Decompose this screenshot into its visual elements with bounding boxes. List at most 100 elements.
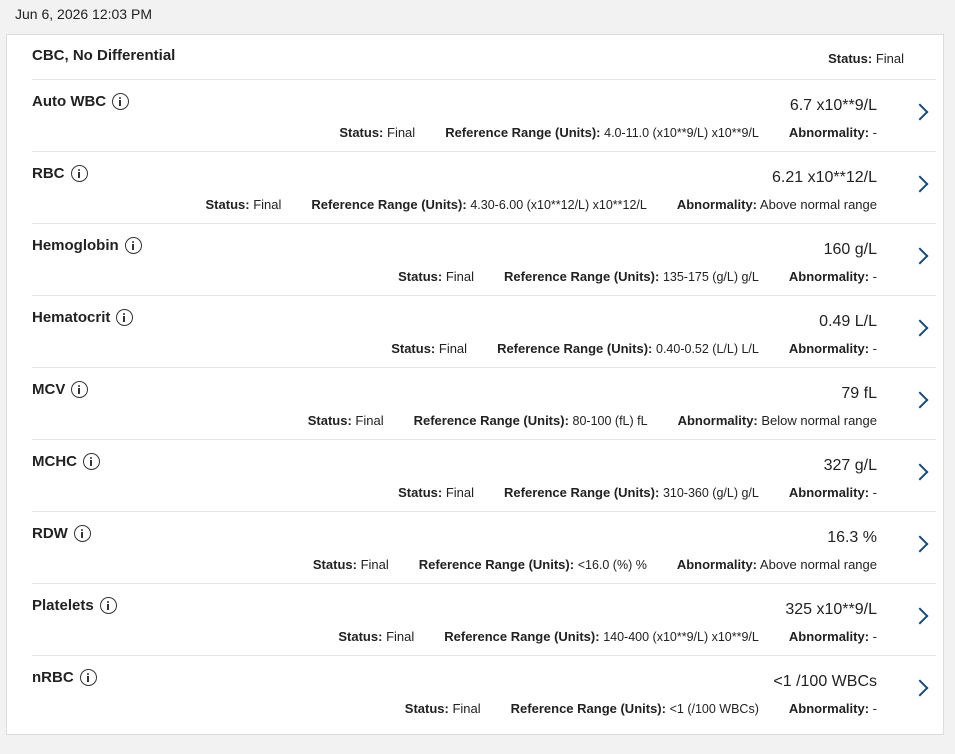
test-name: MCV [32,381,89,398]
info-circle-icon[interactable] [112,93,130,110]
reference-range-value: <1 (/100 WBCs) [669,702,759,716]
test-value: 6.21 x10**12/L [772,169,877,186]
result-row-mchc[interactable]: MCHC 327 g/L Status: Final Reference Ran… [32,439,936,511]
status-value: Final [253,197,282,212]
abnormality-value: Below normal range [761,413,877,428]
test-name-label: Auto WBC [32,93,107,110]
result-row-mcv[interactable]: MCV 79 fL Status: Final Reference Range … [32,367,936,439]
result-meta: Status: Final Reference Range (Units): 1… [398,269,877,284]
result-row-nrbc[interactable]: nRBC <1 /100 WBCs Status: Final Referenc… [32,655,936,727]
status-label: Status: [391,341,436,356]
status-field: Status: Final [405,701,481,716]
info-circle-icon[interactable] [116,309,134,326]
status-value: Final [445,269,475,284]
result-meta: Status: Final Reference Range (Units): 1… [338,629,877,644]
abnormality-label: Abnormality: [788,485,870,500]
result-row-auto-wbc[interactable]: Auto WBC 6.7 x10**9/L Status: Final Refe… [32,79,936,151]
abnormality-field: Abnormality: - [789,341,877,356]
test-value: 0.49 L/L [819,313,877,330]
info-circle-icon[interactable] [73,525,91,542]
reference-range-field: Reference Range (Units): 4.0-11.0 (x10**… [445,125,759,140]
info-circle-icon[interactable] [70,165,88,182]
status-value: Final [445,485,475,500]
reference-range-value: 140-400 (x10**9/L) x10**9/L [603,630,759,644]
info-circle-icon[interactable] [99,597,117,614]
status-field: Status: Final [398,269,474,284]
info-circle-icon[interactable] [83,453,100,470]
test-value: 327 g/L [823,457,877,474]
status-label: Status: [338,629,383,644]
abnormality-label: Abnormality: [788,269,870,284]
status-value: Final [438,341,468,356]
result-meta: Status: Final Reference Range (Units): <… [405,701,877,716]
reference-range-value: <16.0 (%) % [577,558,647,572]
reference-range-label: Reference Range (Units): [445,125,601,140]
result-meta: Status: Final Reference Range (Units): 8… [308,413,877,428]
chevron-right-icon[interactable] [911,607,929,625]
result-row-rdw[interactable]: RDW 16.3 % Status: Final Reference Range… [32,511,936,583]
reference-range-field: Reference Range (Units): 0.40-0.52 (L/L)… [497,341,759,356]
status-field: Status: Final [308,413,384,428]
test-name-label: MCV [32,381,66,398]
status-value: Final [355,413,384,428]
status-value: Final [387,125,416,140]
chevron-right-icon[interactable] [911,247,929,265]
info-circle-icon[interactable] [71,381,89,398]
status-field: Status: Final [339,125,415,140]
result-row-rbc[interactable]: RBC 6.21 x10**12/L Status: Final Referen… [32,151,936,223]
abnormality-value: Above normal range [759,557,877,572]
test-name-label: nRBC [32,669,74,686]
status-field: Status: Final [313,557,389,572]
abnormality-value: - [872,629,877,644]
chevron-right-icon[interactable] [911,679,929,697]
reference-range-field: Reference Range (Units): <1 (/100 WBCs) [511,701,759,716]
abnormality-value: - [872,269,877,284]
chevron-right-icon[interactable] [911,391,929,409]
test-name-label: Hemoglobin [32,237,119,254]
result-row-hemoglobin[interactable]: Hemoglobin 160 g/L Status: Final Referen… [32,223,936,295]
abnormality-label: Abnormality: [788,125,870,140]
test-name: Auto WBC [32,93,130,110]
test-value: 6.7 x10**9/L [789,97,877,114]
chevron-right-icon[interactable] [911,535,929,553]
result-meta: Status: Final Reference Range (Units): 4… [339,125,877,140]
abnormality-field: Abnormality: Above normal range [677,197,877,212]
reference-range-label: Reference Range (Units): [311,197,467,212]
test-name-label: RBC [32,165,65,182]
reference-range-field: Reference Range (Units): 80-100 (fL) fL [414,413,648,428]
abnormality-field: Abnormality: Above normal range [677,557,877,572]
panel-status: Status: Final [828,51,904,66]
reference-range-field: Reference Range (Units): 140-400 (x10**9… [444,629,759,644]
abnormality-label: Abnormality: [788,341,870,356]
abnormality-field: Abnormality: Below normal range [678,413,877,428]
abnormality-field: Abnormality: - [789,269,877,284]
result-row-platelets[interactable]: Platelets 325 x10**9/L Status: Final Ref… [32,583,936,655]
test-value: 79 fL [841,385,877,402]
info-circle-icon[interactable] [79,669,97,686]
result-row-hematocrit[interactable]: Hematocrit 0.49 L/L Status: Final Refere… [32,295,936,367]
status-label: Status: [339,125,384,140]
test-name: Hemoglobin [32,237,142,254]
chevron-right-icon[interactable] [911,463,929,481]
chevron-right-icon[interactable] [911,103,929,121]
status-field: Status: Final [206,197,282,212]
test-name-label: MCHC [32,453,77,470]
test-value: 160 g/L [823,241,877,258]
status-label: Status: [205,197,250,212]
reference-range-value: 135-175 (g/L) g/L [662,270,759,284]
status-label: Status: [307,413,352,428]
test-name-label: Platelets [32,597,94,614]
chevron-right-icon[interactable] [911,175,929,193]
status-value: Final [360,557,389,572]
info-circle-icon[interactable] [124,237,142,254]
abnormality-value: - [872,341,877,356]
reference-range-field: Reference Range (Units): 310-360 (g/L) g… [504,485,759,500]
status-field: Status: Final [391,341,467,356]
result-meta: Status: Final Reference Range (Units): 4… [206,197,877,212]
status-value: Final [386,629,415,644]
reference-range-label: Reference Range (Units): [444,629,600,644]
result-meta: Status: Final Reference Range (Units): <… [313,557,877,572]
reference-range-label: Reference Range (Units): [418,557,575,572]
abnormality-field: Abnormality: - [789,701,877,716]
chevron-right-icon[interactable] [911,319,929,337]
